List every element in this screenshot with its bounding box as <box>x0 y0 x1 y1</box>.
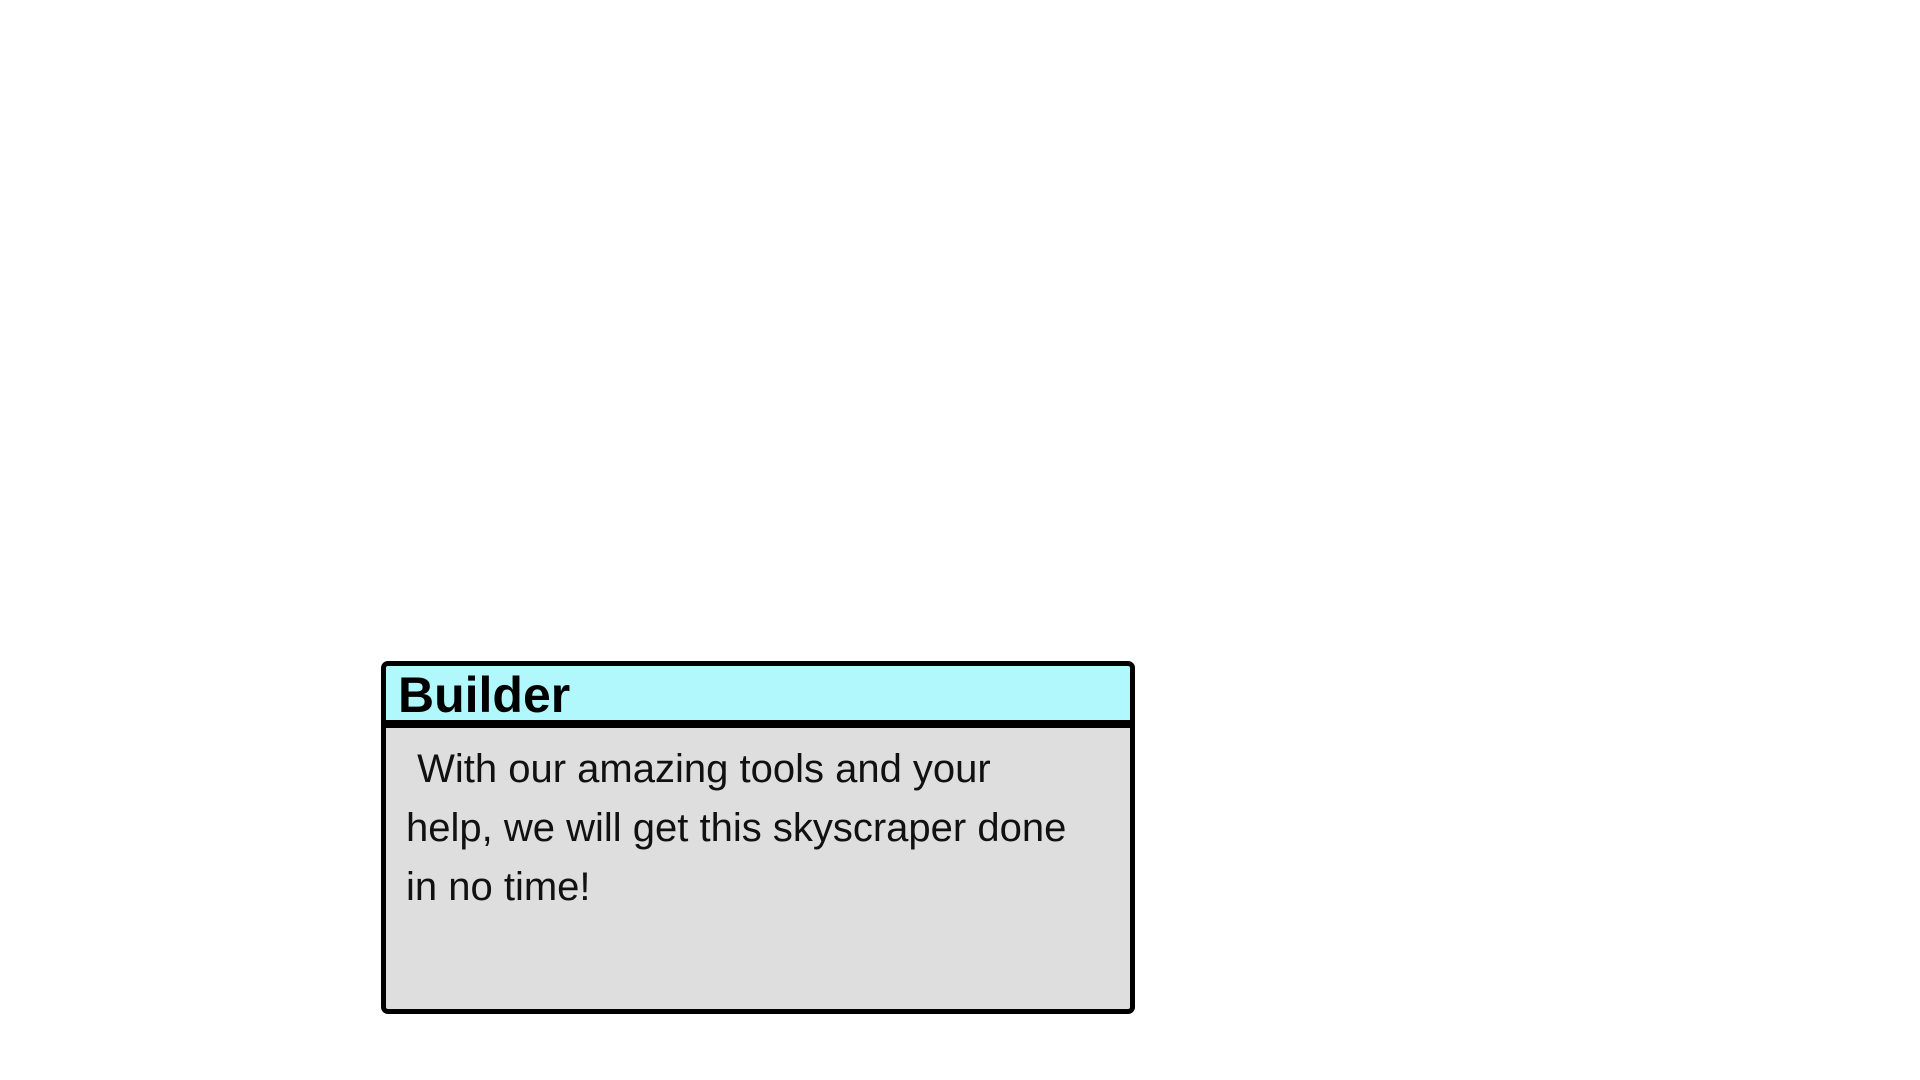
game-scene: Builder With our amazing tools and your … <box>0 0 1920 1080</box>
speaker-name-plate: Builder <box>381 661 1135 725</box>
dialogue-box[interactable]: Builder With our amazing tools and your … <box>381 661 1135 1014</box>
dialogue-text-box[interactable]: With our amazing tools and your help, we… <box>381 723 1135 1014</box>
dialogue-text: With our amazing tools and your help, we… <box>406 747 1067 909</box>
speaker-name: Builder <box>398 666 571 723</box>
